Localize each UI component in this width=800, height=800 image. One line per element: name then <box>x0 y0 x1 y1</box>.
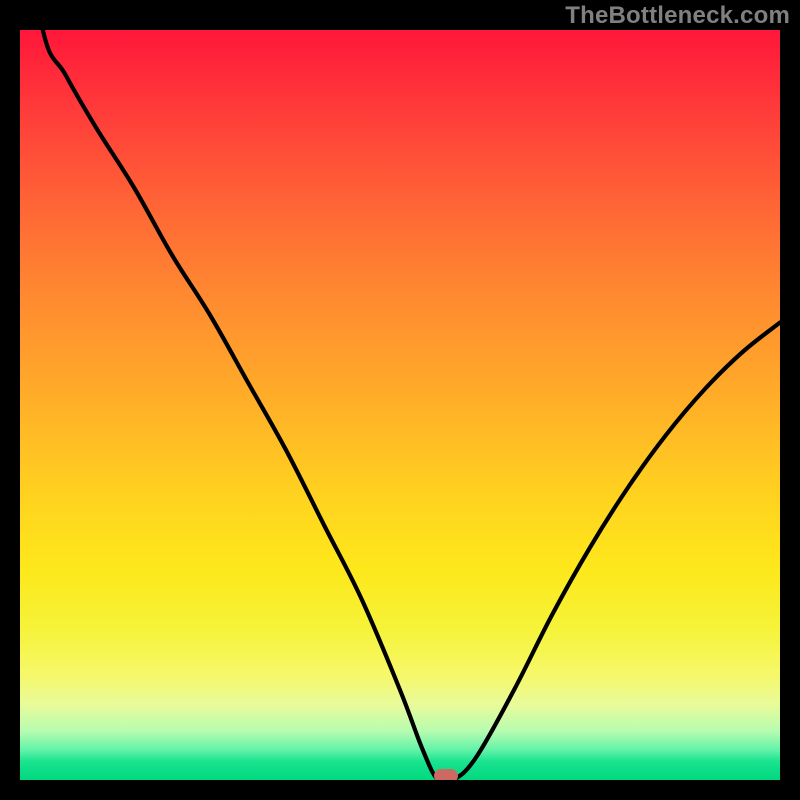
plot-area <box>20 30 780 780</box>
minimum-marker <box>434 769 458 780</box>
chart-frame: TheBottleneck.com <box>0 0 800 800</box>
bottleneck-curve <box>20 30 780 780</box>
attribution-text: TheBottleneck.com <box>565 2 790 30</box>
curve-path <box>20 30 780 780</box>
